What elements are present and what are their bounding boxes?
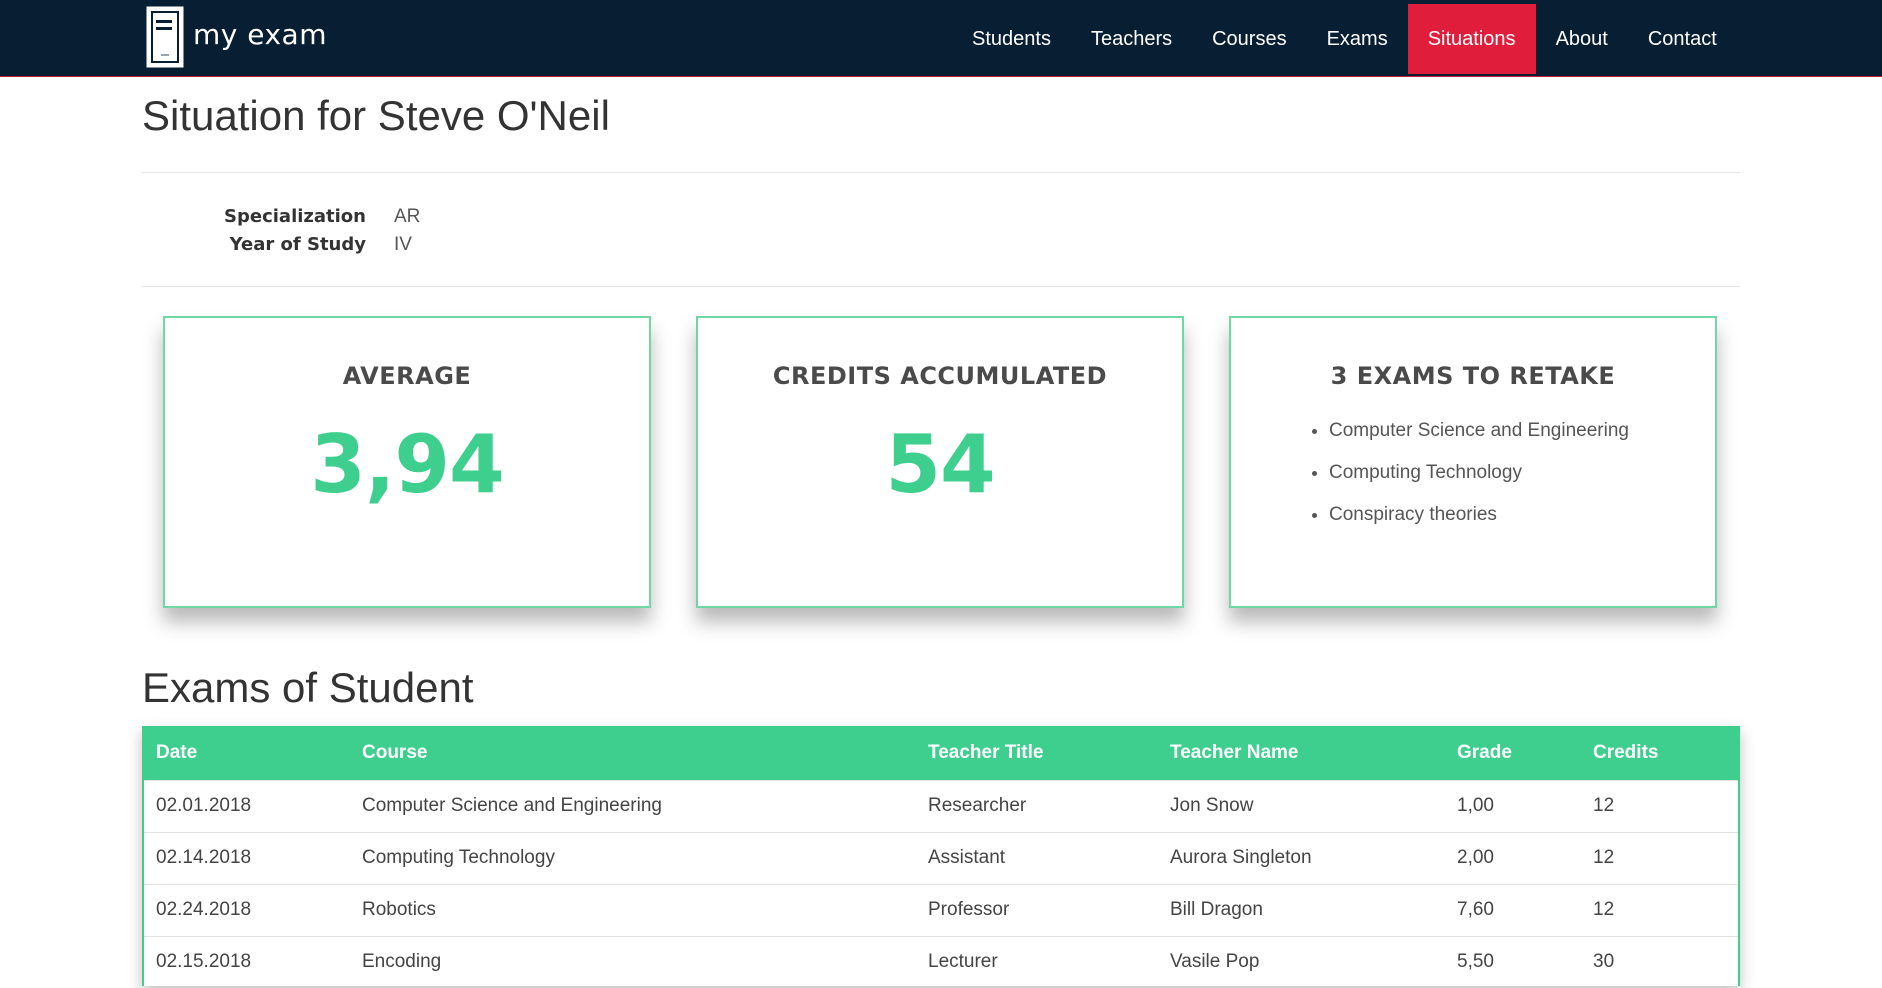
specialization-value: AR	[394, 206, 421, 227]
navbar: my exam Students Teachers Courses Exams …	[0, 0, 1882, 77]
cell-credits: 30	[1581, 935, 1738, 988]
cell-teacher-title: Researcher	[916, 779, 1158, 832]
exams-table: Date Course Teacher Title Teacher Name G…	[144, 726, 1738, 988]
cell-course: Computing Technology	[350, 831, 916, 884]
credits-value: 54	[885, 418, 995, 511]
column-header-teacher-name[interactable]: Teacher Name	[1158, 726, 1445, 780]
divider	[142, 286, 1740, 287]
cell-date: 02.15.2018	[144, 935, 350, 988]
cell-credits: 12	[1581, 883, 1738, 936]
cell-grade: 1,00	[1445, 779, 1581, 832]
nav-item-students[interactable]: Students	[952, 4, 1071, 74]
column-header-credits[interactable]: Credits	[1581, 726, 1738, 780]
nav-item-contact[interactable]: Contact	[1628, 4, 1737, 74]
nav-item-situations[interactable]: Situations	[1407, 4, 1536, 74]
list-item: Conspiracy theories	[1329, 494, 1629, 536]
cell-teacher-name: Vasile Pop	[1158, 935, 1445, 988]
cell-teacher-title: Lecturer	[916, 935, 1158, 988]
cell-date: 02.01.2018	[144, 779, 350, 832]
cell-teacher-title: Professor	[916, 883, 1158, 936]
column-header-grade[interactable]: Grade	[1445, 726, 1581, 780]
nav-item-exams[interactable]: Exams	[1307, 4, 1408, 74]
exams-table-container: Date Course Teacher Title Teacher Name G…	[142, 726, 1740, 988]
retake-card: 3 EXAMS TO RETAKE Computer Science and E…	[1229, 316, 1717, 608]
brand-name: my exam	[193, 17, 327, 51]
credits-title: CREDITS ACCUMULATED	[772, 362, 1108, 390]
table-row[interactable]: 02.14.2018 Computing Technology Assistan…	[144, 831, 1738, 884]
table-header-row: Date Course Teacher Title Teacher Name G…	[144, 726, 1738, 780]
nav-menu: Students Teachers Courses Exams Situatio…	[952, 4, 1737, 74]
cell-teacher-name: Bill Dragon	[1158, 883, 1445, 936]
table-row[interactable]: 02.24.2018 Robotics Professor Bill Drago…	[144, 883, 1738, 936]
cell-teacher-name: Aurora Singleton	[1158, 831, 1445, 884]
cell-course: Robotics	[350, 883, 916, 936]
retake-title: 3 EXAMS TO RETAKE	[1330, 362, 1616, 390]
student-info: Specialization AR Year of Study IV	[142, 203, 420, 259]
nav-item-about[interactable]: About	[1536, 4, 1628, 74]
credits-card: CREDITS ACCUMULATED 54	[696, 316, 1184, 608]
retake-list: Computer Science and Engineering Computi…	[1303, 410, 1629, 536]
cell-teacher-name: Jon Snow	[1158, 779, 1445, 832]
cell-date: 02.14.2018	[144, 831, 350, 884]
list-item: Computer Science and Engineering	[1329, 410, 1629, 452]
nav-item-teachers[interactable]: Teachers	[1071, 4, 1192, 74]
average-title: AVERAGE	[342, 362, 472, 390]
specialization-label: Specialization	[224, 206, 366, 227]
book-icon	[145, 5, 185, 69]
cell-teacher-title: Assistant	[916, 831, 1158, 884]
column-header-course[interactable]: Course	[350, 726, 916, 780]
table-row[interactable]: 02.15.2018 Encoding Lecturer Vasile Pop …	[144, 935, 1738, 988]
exams-section-title: Exams of Student	[142, 664, 474, 711]
divider	[142, 172, 1740, 173]
column-header-date[interactable]: Date	[144, 726, 350, 780]
cell-credits: 12	[1581, 831, 1738, 884]
page-title: Situation for Steve O'Neil	[142, 92, 610, 139]
info-row-year: Year of Study IV	[142, 231, 420, 259]
cell-course: Computer Science and Engineering	[350, 779, 916, 832]
average-value: 3,94	[310, 418, 504, 511]
brand-logo[interactable]: my exam	[145, 5, 327, 69]
cell-date: 02.24.2018	[144, 883, 350, 936]
cell-grade: 5,50	[1445, 935, 1581, 988]
year-label: Year of Study	[229, 234, 366, 255]
column-header-teacher-title[interactable]: Teacher Title	[916, 726, 1158, 780]
table-row[interactable]: 02.01.2018 Computer Science and Engineer…	[144, 779, 1738, 832]
cell-credits: 12	[1581, 779, 1738, 832]
nav-item-courses[interactable]: Courses	[1192, 4, 1306, 74]
list-item: Computing Technology	[1329, 452, 1629, 494]
cell-grade: 2,00	[1445, 831, 1581, 884]
cell-grade: 7,60	[1445, 883, 1581, 936]
cell-course: Encoding	[350, 935, 916, 988]
average-card: AVERAGE 3,94	[163, 316, 651, 608]
year-value: IV	[394, 234, 412, 255]
info-row-specialization: Specialization AR	[142, 203, 420, 231]
